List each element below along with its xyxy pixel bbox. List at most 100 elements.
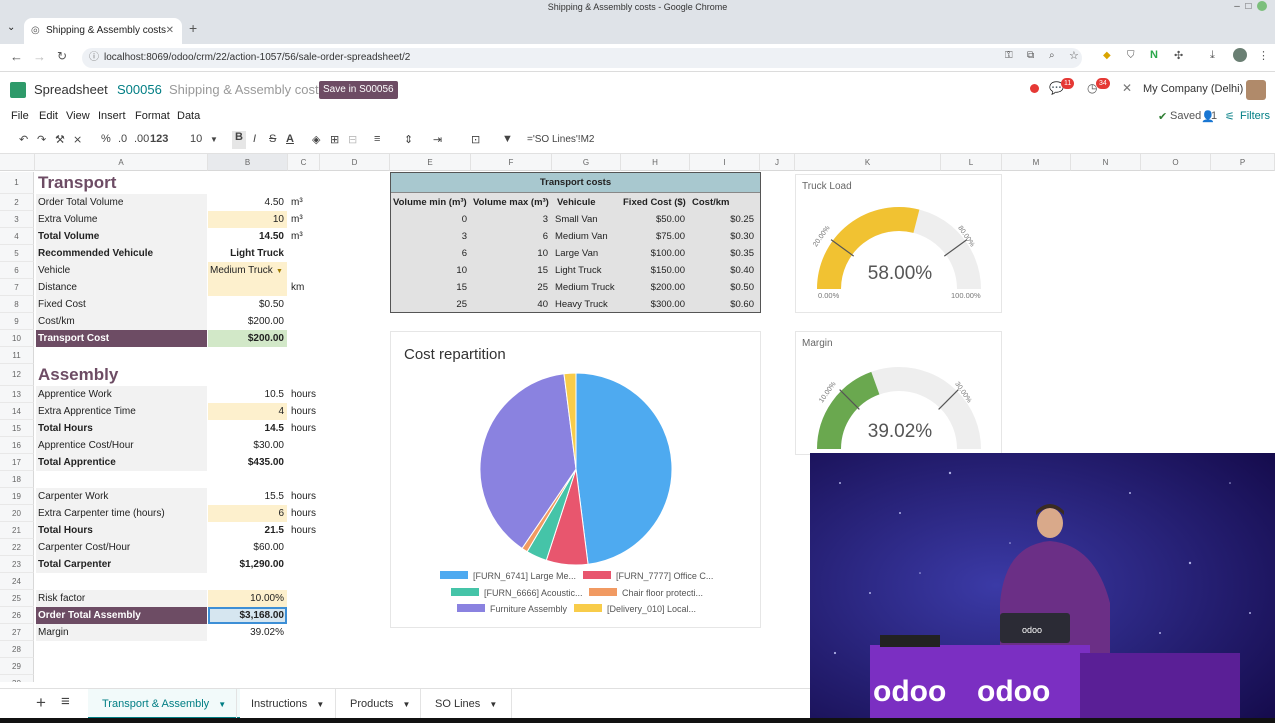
cell-value[interactable]: $0.50: [208, 296, 287, 313]
row-header[interactable]: 1: [0, 172, 34, 194]
empty-cell[interactable]: [36, 658, 207, 675]
empty-cell[interactable]: [36, 347, 207, 364]
cell-unit[interactable]: [290, 313, 320, 330]
cell-unit[interactable]: m³: [290, 228, 320, 245]
empty-cell[interactable]: [36, 641, 207, 658]
column-header-b[interactable]: B: [208, 154, 288, 171]
column-header-p[interactable]: P: [1211, 154, 1275, 171]
document-title[interactable]: Shipping & Assembly costs: [169, 82, 325, 97]
tab-close-icon[interactable]: ✕: [166, 18, 174, 44]
cell-unit[interactable]: m³: [290, 211, 320, 228]
cell-label[interactable]: Order Total Volume: [36, 194, 207, 211]
column-header-a[interactable]: A: [35, 154, 208, 171]
cell-label[interactable]: Order Total Assembly: [36, 607, 207, 624]
debug-tools-icon[interactable]: ✕: [1122, 81, 1132, 95]
cell-unit[interactable]: [290, 624, 320, 641]
menu-file[interactable]: File: [11, 110, 29, 122]
menu-insert[interactable]: Insert: [98, 110, 126, 122]
empty-cell[interactable]: [36, 675, 207, 682]
cell-label[interactable]: Total Hours: [36, 420, 207, 437]
url-field[interactable]: ⓘ localhost:8069/odoo/crm/22/action-1057…: [82, 48, 1082, 68]
row-header[interactable]: 11: [0, 347, 34, 364]
cell-value[interactable]: 10: [208, 211, 287, 228]
save-in-order-button[interactable]: Save in S00056: [319, 81, 398, 99]
cell-unit[interactable]: [290, 607, 320, 624]
bookmark-star-icon[interactable]: ☆: [1069, 49, 1079, 62]
cell-label[interactable]: Cost/km: [36, 313, 207, 330]
cell-value[interactable]: 4.50: [208, 194, 287, 211]
sheet-tab-instructions[interactable]: Instructions ▼: [236, 689, 338, 719]
cell-unit[interactable]: hours: [290, 420, 320, 437]
cell-unit[interactable]: hours: [290, 386, 320, 403]
sheet-tab-so-lines[interactable]: SO Lines ▼: [420, 689, 513, 719]
cell-value[interactable]: 15.5: [208, 488, 287, 505]
password-key-icon[interactable]: ⚿: [1005, 50, 1013, 61]
sheet-tab-menu-icon[interactable]: ▼: [489, 700, 497, 709]
extension-icon[interactable]: ◆: [1103, 50, 1111, 61]
row-header[interactable]: 21: [0, 522, 34, 539]
n-extension-icon[interactable]: N: [1150, 49, 1158, 61]
cell-value[interactable]: 10.00%: [208, 590, 287, 607]
legend-label[interactable]: [FURN_7777] Office C...: [616, 571, 713, 581]
cell-value[interactable]: 10.5: [208, 386, 287, 403]
row-header[interactable]: 24: [0, 573, 34, 590]
increase-decimal-button[interactable]: .00: [134, 133, 149, 145]
borders-icon[interactable]: ⊞: [330, 133, 339, 146]
filters-button[interactable]: Filters: [1240, 110, 1270, 122]
company-switcher[interactable]: My Company (Delhi): [1143, 83, 1243, 95]
column-header-l[interactable]: L: [941, 154, 1002, 171]
fill-color-icon[interactable]: ◈: [312, 133, 320, 146]
profile-avatar[interactable]: [1233, 48, 1247, 62]
font-size-select[interactable]: 10: [190, 133, 202, 145]
breadcrumb-record[interactable]: S00056: [117, 82, 162, 97]
conditional-format-icon[interactable]: ⊡: [471, 133, 480, 146]
cell-value[interactable]: Light Truck: [208, 245, 287, 262]
cell-label[interactable]: Total Volume: [36, 228, 207, 245]
cell-unit[interactable]: [290, 296, 320, 313]
undo-icon[interactable]: ↶: [19, 133, 28, 146]
row-header[interactable]: 7: [0, 279, 34, 296]
row-header[interactable]: 27: [0, 624, 34, 641]
app-name[interactable]: Spreadsheet: [34, 82, 108, 97]
cell-label[interactable]: Risk factor: [36, 590, 207, 607]
cost-repartition-chart-panel[interactable]: Cost repartition [FURN_6741] Large Me...…: [390, 331, 761, 628]
column-header-i[interactable]: I: [690, 154, 760, 171]
cell-label[interactable]: Extra Apprentice Time: [36, 403, 207, 420]
cell-label[interactable]: Carpenter Work: [36, 488, 207, 505]
column-header-o[interactable]: O: [1141, 154, 1211, 171]
cell-value[interactable]: 6: [208, 505, 287, 522]
row-header[interactable]: 25: [0, 590, 34, 607]
horizontal-align-icon[interactable]: ≡: [374, 133, 380, 145]
cell-value[interactable]: [208, 279, 287, 296]
extensions-puzzle-icon[interactable]: ✣: [1174, 49, 1183, 62]
bold-button[interactable]: B: [232, 131, 246, 149]
cell-label[interactable]: Fixed Cost: [36, 296, 207, 313]
clear-format-icon[interactable]: ⨯: [73, 133, 82, 146]
row-header[interactable]: 28: [0, 641, 34, 658]
filters-icon[interactable]: ⚟: [1225, 110, 1235, 123]
cell-label[interactable]: Recommended Vehicule: [36, 245, 207, 262]
cell-value[interactable]: $200.00: [208, 330, 287, 347]
row-header[interactable]: 22: [0, 539, 34, 556]
column-header-f[interactable]: F: [471, 154, 552, 171]
row-header[interactable]: 14: [0, 403, 34, 420]
column-header-c[interactable]: C: [288, 154, 320, 171]
column-header-h[interactable]: H: [621, 154, 690, 171]
sheet-tab-transport-assembly[interactable]: Transport & Assembly ▼: [88, 689, 241, 719]
cell-value[interactable]: 39.02%: [208, 624, 287, 641]
site-info-icon[interactable]: ⓘ: [89, 48, 99, 68]
vehicle-dropdown-chevron-icon[interactable]: ▼: [276, 263, 283, 280]
column-header-m[interactable]: M: [1002, 154, 1071, 171]
margin-gauge-panel[interactable]: Margin 39.02% 10.00% 30.00%: [795, 331, 1002, 455]
row-header[interactable]: 26: [0, 607, 34, 624]
download-icon[interactable]: ⤓: [1210, 49, 1215, 62]
sheet-tab-products[interactable]: Products ▼: [335, 689, 424, 719]
install-app-icon[interactable]: ⧉: [1027, 50, 1034, 61]
cell-unit[interactable]: [290, 330, 320, 347]
formula-bar[interactable]: ='SO Lines'!M2: [527, 134, 594, 145]
legend-swatch[interactable]: [457, 604, 485, 612]
cell-label[interactable]: Vehicle: [36, 262, 207, 279]
cell-value[interactable]: $3,168.00: [208, 607, 287, 624]
row-header[interactable]: 9: [0, 313, 34, 330]
cell-unit[interactable]: [290, 539, 320, 556]
